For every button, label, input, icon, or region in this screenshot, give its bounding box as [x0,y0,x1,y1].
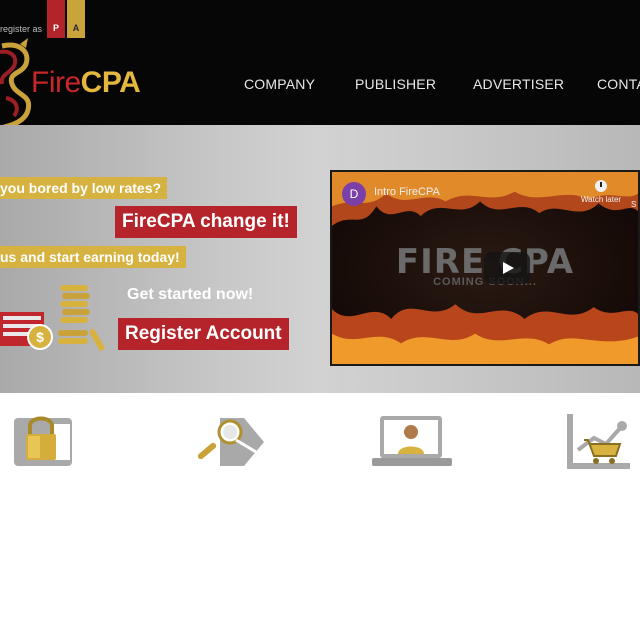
video-title[interactable]: Intro FireCPA [374,186,440,198]
hero-tagline-change: FireCPA change it! [115,206,297,238]
svg-text:$: $ [36,329,44,345]
site-header: register as P A FireCPA COMPANY PUBLISHE… [0,0,640,131]
hero-tagline-bored: you bored by low rates? [0,177,168,199]
watch-later-label: Watch later [580,195,622,204]
logo-cpa-text: CPA [80,66,141,99]
nav-contact[interactable]: CONTA [597,76,640,92]
register-publisher-button[interactable]: P [47,0,65,38]
register-as-label: register as [0,24,43,34]
share-button[interactable]: S [631,200,636,209]
cart-chart-icon [567,414,630,469]
register-advertiser-button[interactable]: A [67,0,85,38]
get-started-text: Get started now! [127,286,254,303]
user-laptop-icon [372,416,452,466]
video-player[interactable]: D Intro FireCPA Watch later S FIRE CPA C… [330,170,640,366]
clock-icon [595,180,607,192]
channel-avatar[interactable]: D [342,182,366,206]
search-tag-icon [197,418,264,466]
register-account-button[interactable]: Register Account [118,318,289,350]
logo-fire-text: Fire [31,66,81,99]
money-coins-icon: $ [0,285,105,351]
nav-publisher[interactable]: PUBLISHER [355,76,436,92]
watch-later-button[interactable]: Watch later [577,180,625,204]
lock-icon [14,416,72,466]
play-button-icon[interactable] [484,252,530,284]
brand-logo-text[interactable]: FireCPA [31,66,141,100]
nav-advertiser[interactable]: ADVERTISER [473,76,564,92]
nav-company[interactable]: COMPANY [244,76,315,92]
hero-tagline-earn: us and start earning today! [0,246,186,268]
